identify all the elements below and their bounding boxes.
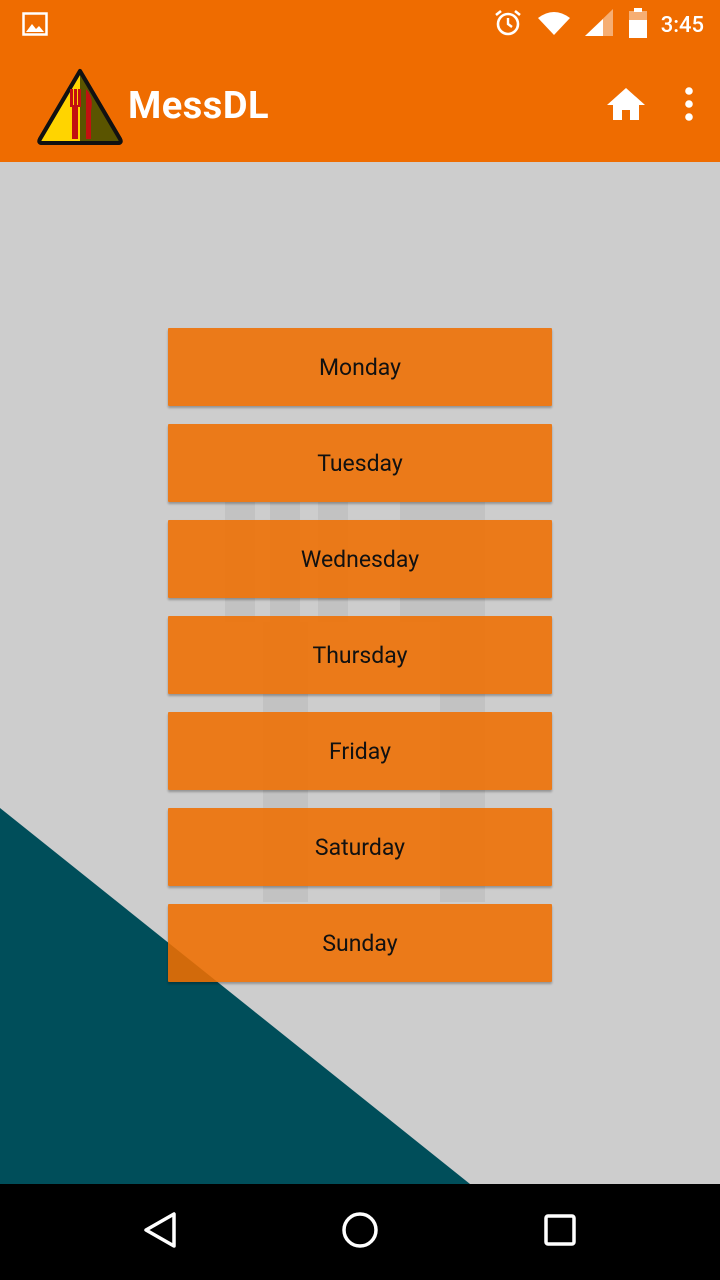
alarm-icon (493, 8, 523, 42)
navigation-bar (0, 1184, 720, 1280)
image-notification-icon (22, 12, 48, 40)
friday-button[interactable]: Friday (168, 712, 552, 790)
saturday-button[interactable]: Saturday (168, 808, 552, 886)
overflow-menu-icon (684, 87, 694, 125)
back-icon (140, 1210, 180, 1254)
status-time: 3:45 (660, 12, 704, 38)
content-area: Monday Tuesday Wednesday Thursday Friday… (0, 162, 720, 1184)
thursday-button[interactable]: Thursday (168, 616, 552, 694)
app-title: MessDL (128, 84, 270, 128)
signal-icon (584, 9, 615, 41)
monday-button[interactable]: Monday (168, 328, 552, 406)
home-circle-icon (340, 1210, 380, 1254)
recents-button[interactable] (536, 1208, 584, 1256)
back-button[interactable] (136, 1208, 184, 1256)
status-icons: 3:45 (493, 0, 720, 50)
app-actions (606, 50, 694, 162)
app-bar: MessDL (0, 50, 720, 162)
overflow-menu-button[interactable] (684, 87, 694, 125)
wednesday-button[interactable]: Wednesday (168, 520, 552, 598)
status-bar: 3:45 (0, 0, 720, 50)
home-nav-button[interactable] (336, 1208, 384, 1256)
wifi-icon (537, 10, 571, 40)
recents-icon (540, 1210, 580, 1254)
battery-icon (628, 8, 647, 42)
home-button[interactable] (606, 87, 646, 125)
day-list: Monday Tuesday Wednesday Thursday Friday… (168, 328, 552, 1000)
fork-knife-warning-icon (36, 67, 124, 145)
home-icon (606, 87, 646, 125)
sunday-button[interactable]: Sunday (168, 904, 552, 982)
tuesday-button[interactable]: Tuesday (168, 424, 552, 502)
